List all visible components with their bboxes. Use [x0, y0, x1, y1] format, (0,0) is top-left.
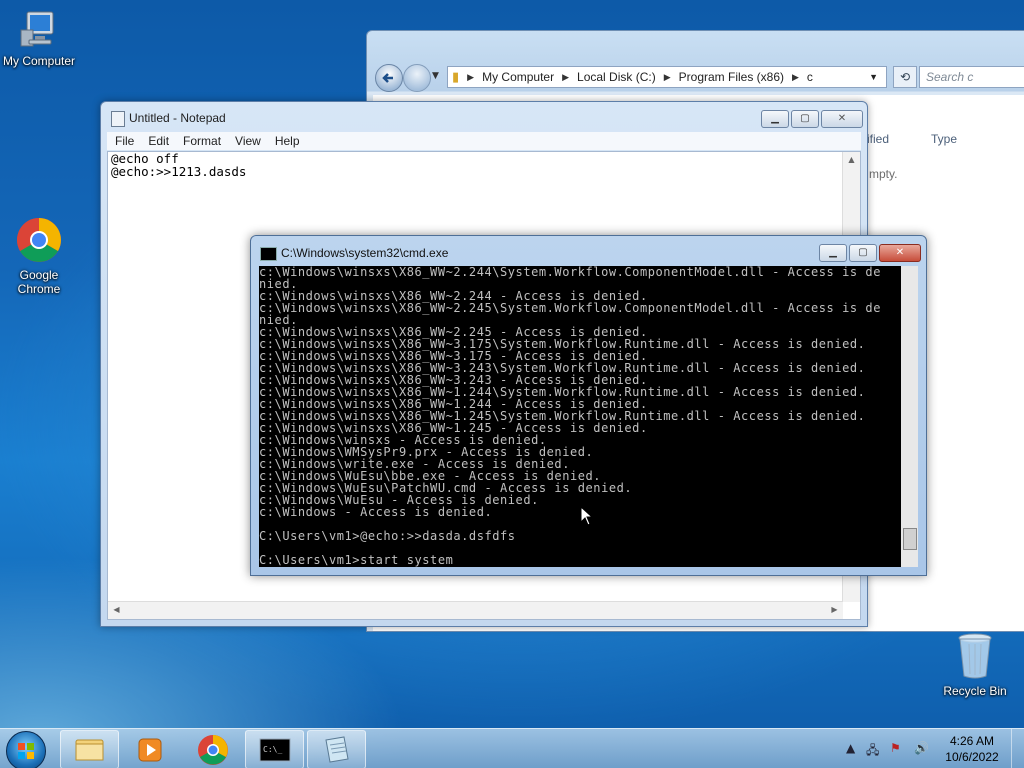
- computer-icon: [17, 8, 61, 52]
- console-line: C:\Users\vm1>start system: [259, 553, 454, 567]
- menu-help[interactable]: Help: [275, 134, 300, 148]
- chevron-right-icon: ▶: [663, 71, 671, 82]
- notepad-title: Untitled - Notepad: [129, 111, 226, 125]
- folder-icon: [75, 739, 104, 761]
- desktop-icon-recycle-bin[interactable]: Recycle Bin: [933, 630, 1017, 698]
- minimize-button[interactable]: ▁: [819, 244, 847, 262]
- chrome-icon: [198, 735, 228, 765]
- desktop-icon-label: Recycle Bin: [943, 684, 1007, 698]
- cmd-title: C:\Windows\system32\cmd.exe: [281, 246, 449, 260]
- empty-folder-text: mpty.: [869, 167, 898, 181]
- back-arrow-icon: [382, 73, 393, 83]
- notepad-menubar: File Edit Format View Help: [107, 132, 861, 150]
- console-text: c:\Windows\winsxs\X86_WW~2.244\System.Wo…: [259, 266, 881, 566]
- vertical-scrollbar[interactable]: [901, 266, 918, 567]
- chrome-icon: [15, 216, 63, 266]
- media-player-icon: [138, 738, 162, 762]
- forward-button[interactable]: [403, 64, 431, 92]
- console-line: c:\Windows\winsxs\X86_WW~2.245\System.Wo…: [259, 301, 881, 315]
- explorer-navbar: ▼ ▮ ▶ My Computer ▶ Local Disk (C:) ▶ Pr…: [375, 63, 1024, 92]
- taskbar-clock[interactable]: 4:26 AM 10/6/2022: [940, 733, 1004, 765]
- chevron-right-icon: ▶: [562, 71, 570, 82]
- breadcrumb-c[interactable]: c: [807, 70, 813, 84]
- column-header-date-modified[interactable]: ified: [867, 132, 889, 146]
- chevron-right-icon: ▶: [792, 71, 799, 82]
- breadcrumb-sep: ▶: [467, 71, 475, 82]
- mouse-cursor-icon: [580, 506, 594, 526]
- taskbar-cmd[interactable]: C:\_: [245, 730, 304, 768]
- notepad-icon: [325, 736, 349, 763]
- scrollbar-thumb[interactable]: [903, 528, 917, 550]
- search-input[interactable]: Search c: [919, 66, 1024, 88]
- address-bar[interactable]: ▮ ▶ My Computer ▶ Local Disk (C:) ▶ Prog…: [447, 66, 887, 88]
- notepad-icon: [111, 111, 125, 127]
- close-button[interactable]: ✕: [821, 110, 863, 128]
- recent-pages-dropdown[interactable]: ▼: [432, 71, 439, 81]
- column-header-type[interactable]: Type: [931, 132, 957, 146]
- network-icon[interactable]: 🖧: [866, 741, 879, 762]
- maximize-button[interactable]: ▢: [791, 110, 819, 128]
- windows-logo-icon: [18, 743, 34, 759]
- scroll-left-icon[interactable]: ◀: [108, 605, 125, 614]
- desktop-icon-label: My Computer: [2, 54, 76, 68]
- menu-format[interactable]: Format: [183, 134, 221, 148]
- recycle-bin-icon: [955, 630, 995, 682]
- horizontal-scrollbar[interactable]: ◀ ▶: [108, 601, 843, 619]
- desktop-icon-label: Google Chrome: [17, 268, 61, 296]
- console-line: c:\Windows - Access is denied.: [259, 505, 493, 519]
- taskbar: C:\_ ▲ 🖧 ⚑ 🔊 4:26 AM 10/6/2022: [0, 728, 1024, 768]
- desktop-icon-google-chrome[interactable]: Google Chrome: [0, 216, 81, 296]
- menu-edit[interactable]: Edit: [148, 134, 169, 148]
- breadcrumb-my-computer[interactable]: My Computer: [482, 70, 554, 84]
- show-desktop-button[interactable]: [1011, 729, 1024, 768]
- clock-time: 4:26 AM: [949, 734, 995, 748]
- breadcrumb-program-files[interactable]: Program Files (x86): [679, 70, 784, 84]
- folder-icon: ▮: [452, 69, 460, 84]
- minimize-button[interactable]: ▁: [761, 110, 789, 128]
- taskbar-notepad[interactable]: [307, 730, 366, 768]
- console-line: c:\Windows\winsxs\X86_WW~2.244\System.Wo…: [259, 266, 881, 279]
- start-button[interactable]: [6, 731, 46, 768]
- address-dropdown-icon[interactable]: ▼: [869, 72, 878, 82]
- svg-text:C:\_: C:\_: [263, 745, 282, 754]
- menu-file[interactable]: File: [115, 134, 134, 148]
- volume-icon[interactable]: 🔊: [914, 741, 929, 755]
- maximize-button[interactable]: ▢: [849, 244, 877, 262]
- cmd-icon: [260, 247, 277, 261]
- menu-view[interactable]: View: [235, 134, 261, 148]
- scroll-right-icon[interactable]: ▶: [826, 605, 843, 614]
- taskbar-chrome[interactable]: [183, 730, 242, 768]
- breadcrumb-local-disk[interactable]: Local Disk (C:): [577, 70, 656, 84]
- notepad-text: @echo off @echo:>>1213.dasds: [111, 151, 247, 179]
- scroll-up-icon[interactable]: ▲: [843, 155, 860, 164]
- action-center-icon[interactable]: ⚑: [890, 741, 901, 755]
- close-button[interactable]: ✕: [879, 244, 921, 262]
- show-hidden-icons-icon[interactable]: ▲: [846, 741, 855, 755]
- taskbar-media-player[interactable]: [121, 730, 180, 768]
- console-line: C:\Users\vm1>@echo:>>dasda.dsfdfs: [259, 529, 516, 543]
- refresh-button[interactable]: ⟲: [893, 66, 917, 88]
- cmd-icon: C:\_: [259, 738, 291, 762]
- clock-date: 10/6/2022: [945, 750, 999, 764]
- taskbar-explorer[interactable]: [60, 730, 119, 768]
- desktop-icon-my-computer[interactable]: My Computer: [0, 8, 81, 68]
- back-button[interactable]: [375, 64, 403, 92]
